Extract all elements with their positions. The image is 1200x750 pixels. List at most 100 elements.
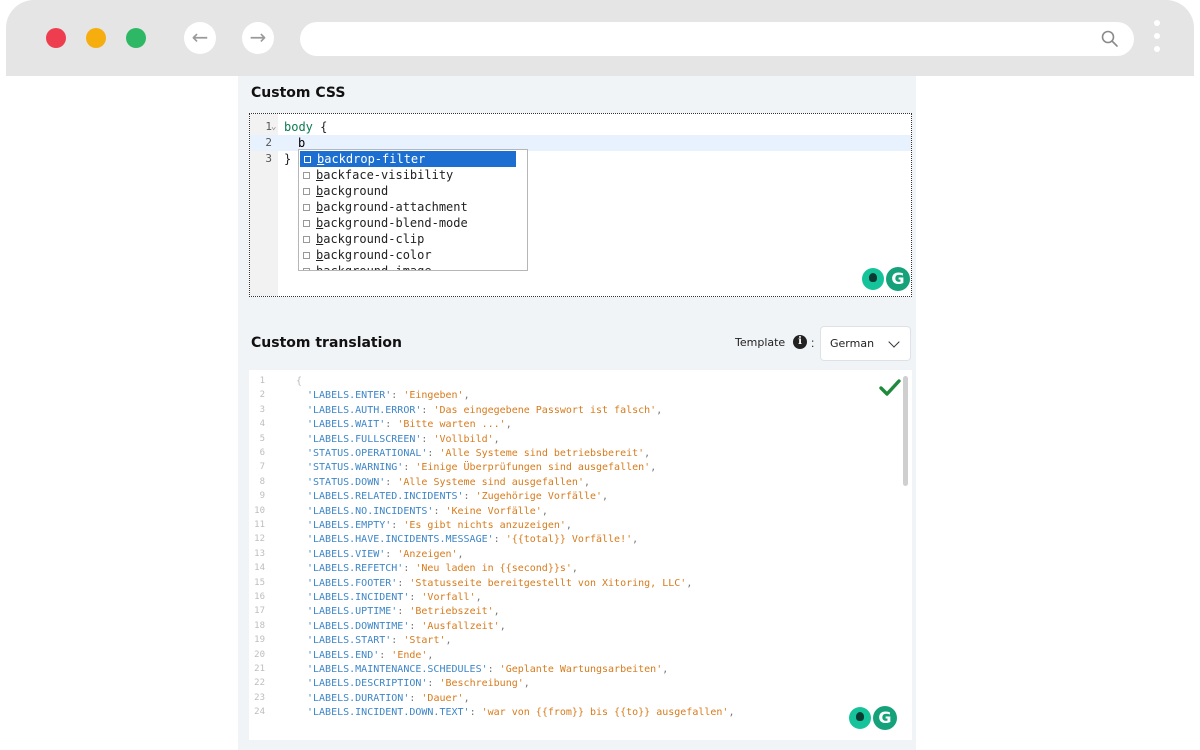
line-number: 3 <box>259 404 265 415</box>
json-key: 'STATUS.DOWN' <box>307 476 386 488</box>
translation-line[interactable]: 7 'STATUS.WARNING': 'Einige Überprüfungen… <box>249 460 869 475</box>
template-language-select[interactable]: German <box>820 326 911 361</box>
json-value: 'Geplante Wartungsarbeiten' <box>499 664 663 675</box>
translation-line[interactable]: 6 'STATUS.OPERATIONAL': 'Alle Systeme sin… <box>249 446 869 461</box>
translation-line[interactable]: 20 'LABELS.END': 'Ende', <box>249 648 869 663</box>
css-brace: { <box>320 120 328 134</box>
autocomplete-item[interactable]: background-attachment <box>299 199 527 215</box>
translation-line[interactable]: 18 'LABELS.DOWNTIME': 'Ausfallzeit', <box>249 619 869 634</box>
json-value: 'Beschreibung' <box>439 678 524 690</box>
info-icon[interactable]: i <box>793 335 807 349</box>
browser-toolbar: ← → <box>6 0 1194 76</box>
forward-arrow-icon[interactable]: → <box>242 22 274 54</box>
line-number: 23 <box>254 692 265 703</box>
lightbulb-icon[interactable] <box>862 268 884 290</box>
suggestion-text: ackground-image <box>323 264 432 271</box>
translation-line[interactable]: 22 'LABELS.DESCRIPTION': 'Beschreibung', <box>249 676 869 691</box>
json-key: 'LABELS.INCIDENT.DOWN.TEXT' <box>307 707 470 719</box>
suggestion-text: ackface-visibility <box>323 168 454 182</box>
property-icon <box>303 188 310 195</box>
grammarly-icon[interactable]: G <box>886 267 910 291</box>
json-key: 'LABELS.VIEW' <box>307 548 386 560</box>
translation-line[interactable]: 11 'LABELS.EMPTY': 'Es gibt nichts anzuze… <box>249 518 869 533</box>
line-number: 8 <box>259 476 265 487</box>
json-key: 'LABELS.ENTER' <box>307 390 392 402</box>
chevron-down-icon <box>888 336 900 348</box>
translation-line[interactable]: 21 'LABELS.MAINTENANCE.SCHEDULES': 'Gepla… <box>249 662 869 677</box>
translation-line[interactable]: 10 'LABELS.NO.INCIDENTS': 'Keine Vorfälle… <box>249 504 869 519</box>
autocomplete-item[interactable]: background <box>299 183 527 199</box>
json-value: 'Das eingegebene Passwort ist falsch' <box>433 404 657 416</box>
json-value: 'Zugehörige Vorfälle' <box>475 491 603 503</box>
close-window-dot[interactable] <box>46 28 66 48</box>
line-number: 20 <box>254 649 265 660</box>
translation-line[interactable]: 14 'LABELS.REFETCH': 'Neu laden in {{seco… <box>249 561 869 576</box>
translation-line[interactable]: 24 'LABELS.INCIDENT.DOWN.TEXT': 'war von … <box>249 705 869 720</box>
translation-line[interactable]: 9 'LABELS.RELATED.INCIDENTS': 'Zugehörige… <box>249 489 869 504</box>
scrollbar[interactable] <box>903 376 908 486</box>
selected-language: German <box>830 337 875 350</box>
json-key: 'LABELS.HAVE.INCIDENTS.MESSAGE' <box>307 534 494 546</box>
json-value: 'Vorfall' <box>421 592 476 603</box>
property-icon <box>303 268 310 270</box>
suggestion-text: ackground-clip <box>323 232 425 246</box>
autocomplete-item[interactable]: backface-visibility <box>299 167 527 183</box>
autocomplete-item[interactable]: background-image <box>299 263 527 271</box>
translation-line[interactable]: 8 'STATUS.DOWN': 'Alle Systeme sind ausge… <box>249 475 869 490</box>
line-number: 7 <box>259 462 265 473</box>
translation-line[interactable]: 17 'LABELS.UPTIME': 'Betriebszeit', <box>249 604 869 619</box>
autocomplete-item[interactable]: background-clip <box>299 231 527 247</box>
json-value: 'Anzeigen' <box>397 548 458 560</box>
json-key: 'LABELS.EMPTY' <box>307 520 392 531</box>
json-value: 'Bitte warten ...' <box>397 419 506 431</box>
line-number: 21 <box>254 664 265 674</box>
line-number: 9 <box>259 491 265 502</box>
line-number: 3 <box>265 152 272 165</box>
custom-css-editor[interactable]: 1 ⌄ body { 2 b 3 } backdrop-filter backfa… <box>249 113 912 297</box>
css-selector: body <box>284 120 313 134</box>
json-key: 'LABELS.RELATED.INCIDENTS' <box>307 491 464 503</box>
translation-line[interactable]: 4 'LABELS.WAIT': 'Bitte warten ...', <box>249 417 869 432</box>
grammarly-icon[interactable]: G <box>873 706 897 730</box>
translation-line[interactable]: 23 'LABELS.DURATION': 'Dauer', <box>249 691 869 706</box>
translation-line[interactable]: 3 'LABELS.AUTH.ERROR': 'Das eingegebene P… <box>249 403 869 418</box>
autocomplete-item[interactable]: background-color <box>299 247 527 263</box>
suggestion-text: ackground-attachment <box>323 200 468 214</box>
json-value: 'Eingeben' <box>403 390 464 402</box>
fold-chevron-icon[interactable]: ⌄ <box>271 119 276 135</box>
property-icon <box>304 156 311 163</box>
property-icon <box>303 204 310 211</box>
more-menu-icon[interactable] <box>1152 20 1162 58</box>
translation-line[interactable]: 16 'LABELS.INCIDENT': 'Vorfall', <box>249 590 869 605</box>
translation-line[interactable]: 15 'LABELS.FOOTER': 'Statusseite bereitge… <box>249 576 869 591</box>
back-arrow-icon[interactable]: ← <box>184 22 216 54</box>
translation-line[interactable]: 13 'LABELS.VIEW': 'Anzeigen', <box>249 547 869 562</box>
line-number: 19 <box>254 635 265 646</box>
autocomplete-item[interactable]: background-blend-mode <box>299 215 527 231</box>
translation-line[interactable]: 19 'LABELS.START': 'Start', <box>249 633 869 648</box>
custom-translation-editor[interactable]: G 1{2 'LABELS.ENTER': 'Eingeben', 3 'LABELS… <box>249 370 912 740</box>
line-number: 1 <box>265 120 272 133</box>
translation-line[interactable]: 12 'LABELS.HAVE.INCIDENTS.MESSAGE': '{{to… <box>249 532 869 547</box>
property-icon <box>303 172 310 179</box>
translation-line[interactable]: 5 'LABELS.FULLSCREEN': 'Vollbild', <box>249 432 869 447</box>
translation-line[interactable]: 1{ <box>249 374 869 389</box>
code-line[interactable]: 1 ⌄ body { <box>250 119 911 135</box>
line-number: 11 <box>254 520 265 530</box>
grammarly-widget[interactable]: G <box>862 267 912 293</box>
translation-line[interactable]: 2 'LABELS.ENTER': 'Eingeben', <box>249 388 869 403</box>
json-key: 'STATUS.WARNING' <box>307 462 404 474</box>
minimize-window-dot[interactable] <box>86 28 106 48</box>
search-icon[interactable] <box>1100 29 1120 49</box>
json-key: 'LABELS.INCIDENT' <box>307 592 410 603</box>
address-bar[interactable] <box>300 22 1134 56</box>
json-value: 'Ende' <box>391 649 428 661</box>
line-number: 24 <box>254 707 265 718</box>
json-value: 'Keine Vorfälle' <box>445 505 542 517</box>
autocomplete-item[interactable]: backdrop-filter <box>300 151 516 167</box>
json-value: 'Einige Überprüfungen sind ausgefallen' <box>415 462 651 474</box>
autocomplete-dropdown[interactable]: backdrop-filter backface-visibility backgr… <box>298 149 528 271</box>
maximize-window-dot[interactable] <box>126 28 146 48</box>
json-key: 'LABELS.REFETCH' <box>307 563 404 575</box>
line-number: 18 <box>254 620 265 631</box>
